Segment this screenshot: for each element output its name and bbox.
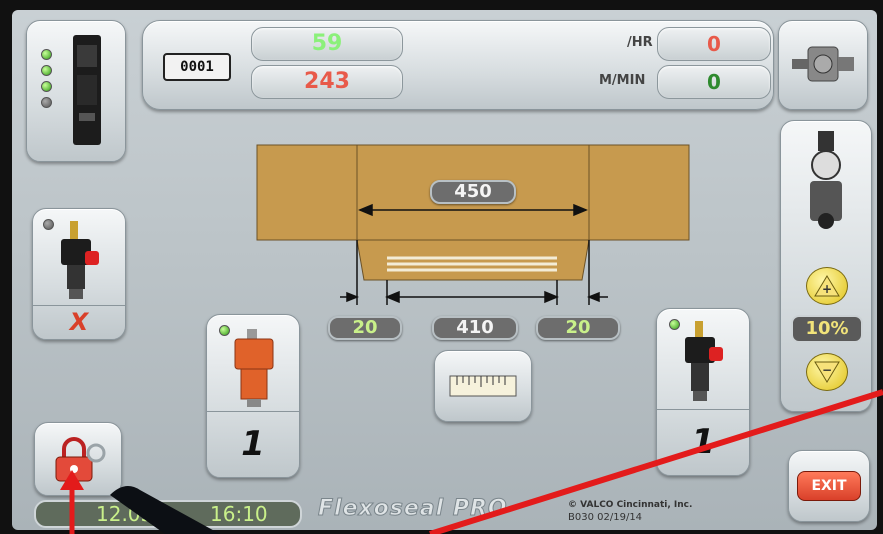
regulator-icon	[810, 131, 842, 229]
glue-gun-left-count: 1	[241, 424, 265, 464]
center-length-value: 410	[456, 317, 494, 338]
pressure-panel: + 10% −	[780, 120, 872, 412]
valve-icon	[685, 321, 723, 401]
glue-gun-left-count-area: 1	[207, 411, 299, 477]
triangle-up-icon: +	[814, 275, 840, 297]
time-value: 16:10	[210, 502, 268, 526]
pressure-percent-display: 10%	[791, 315, 863, 343]
brand-text: Flexoseal PRO	[318, 496, 508, 522]
counter-panel: 0001 59 243 /HR 0 M/MIN 0	[142, 20, 774, 110]
job-id-box[interactable]: 0001	[163, 53, 231, 81]
version-text: B030 02/19/14	[568, 512, 643, 523]
valve-left-led	[43, 219, 54, 230]
valve-icon	[61, 221, 99, 299]
total-length-display[interactable]: 450	[430, 180, 516, 204]
right-margin-display[interactable]: 20	[536, 316, 620, 340]
valve-left-status-area: X	[33, 305, 125, 339]
valve-left-status-mark: X	[69, 308, 89, 336]
hmi-screen: 0001 59 243 /HR 0 M/MIN 0 X 450 20 410 2…	[12, 10, 877, 530]
carton-left-flap	[256, 144, 358, 241]
speed-label: M/MIN	[599, 73, 646, 88]
left-margin-value: 20	[352, 317, 378, 338]
glue-gun-left-button[interactable]: 1	[206, 314, 300, 478]
lock-icon	[55, 437, 106, 482]
rate-label: /HR	[627, 35, 653, 50]
status-led-1	[41, 49, 52, 60]
date-value: 12.05	[96, 502, 154, 526]
copyright-text: © VALCO Cincinnati, Inc.	[568, 500, 693, 510]
carton-bottom-flap	[356, 239, 590, 281]
rate-value: 0	[707, 32, 721, 56]
count-display-top: 59	[251, 27, 403, 61]
count-display-bottom: 243	[251, 65, 403, 99]
pressure-percent-value: 10%	[805, 318, 849, 339]
motor-button[interactable]	[778, 20, 868, 110]
brand-logo: Flexoseal PRO	[318, 496, 508, 522]
left-margin-display[interactable]: 20	[328, 316, 402, 340]
glue-gun-right-count: 1	[691, 422, 715, 462]
svg-text:−: −	[822, 363, 832, 377]
glue-gun-right-count-area: 1	[657, 409, 749, 475]
speed-value: 0	[707, 70, 721, 94]
count-top-value: 59	[311, 31, 343, 56]
triangle-down-icon: −	[814, 361, 840, 383]
right-margin-value: 20	[565, 317, 591, 338]
glue-gun-icon	[234, 329, 274, 407]
datetime-display: 12.05 16:10	[34, 500, 302, 528]
glue-gun-right-button[interactable]: 1	[656, 308, 750, 476]
center-length-display[interactable]: 410	[432, 316, 518, 340]
controller-icon	[73, 35, 101, 145]
status-led-4	[41, 97, 52, 108]
exit-label: EXIT	[811, 478, 847, 494]
motor-icon	[792, 46, 854, 82]
job-id-text: 0001	[180, 59, 214, 75]
total-length-value: 450	[454, 181, 492, 202]
speed-display: 0	[657, 65, 771, 99]
exit-button[interactable]: EXIT	[797, 471, 861, 501]
carton-diagram	[256, 144, 690, 305]
pressure-up-button[interactable]: +	[806, 267, 848, 305]
count-bottom-value: 243	[304, 69, 350, 94]
status-led-3	[41, 81, 52, 92]
svg-text:+: +	[822, 282, 832, 296]
rate-display: 0	[657, 27, 771, 61]
controller-button[interactable]	[26, 20, 126, 162]
pressure-down-button[interactable]: −	[806, 353, 848, 391]
measure-button[interactable]	[434, 350, 532, 422]
valve-left-button[interactable]: X	[32, 208, 126, 340]
lock-button[interactable]	[34, 422, 122, 496]
exit-tile: EXIT	[788, 450, 870, 522]
carton-right-flap	[588, 144, 690, 241]
ruler-icon	[449, 375, 517, 397]
status-led-2	[41, 65, 52, 76]
